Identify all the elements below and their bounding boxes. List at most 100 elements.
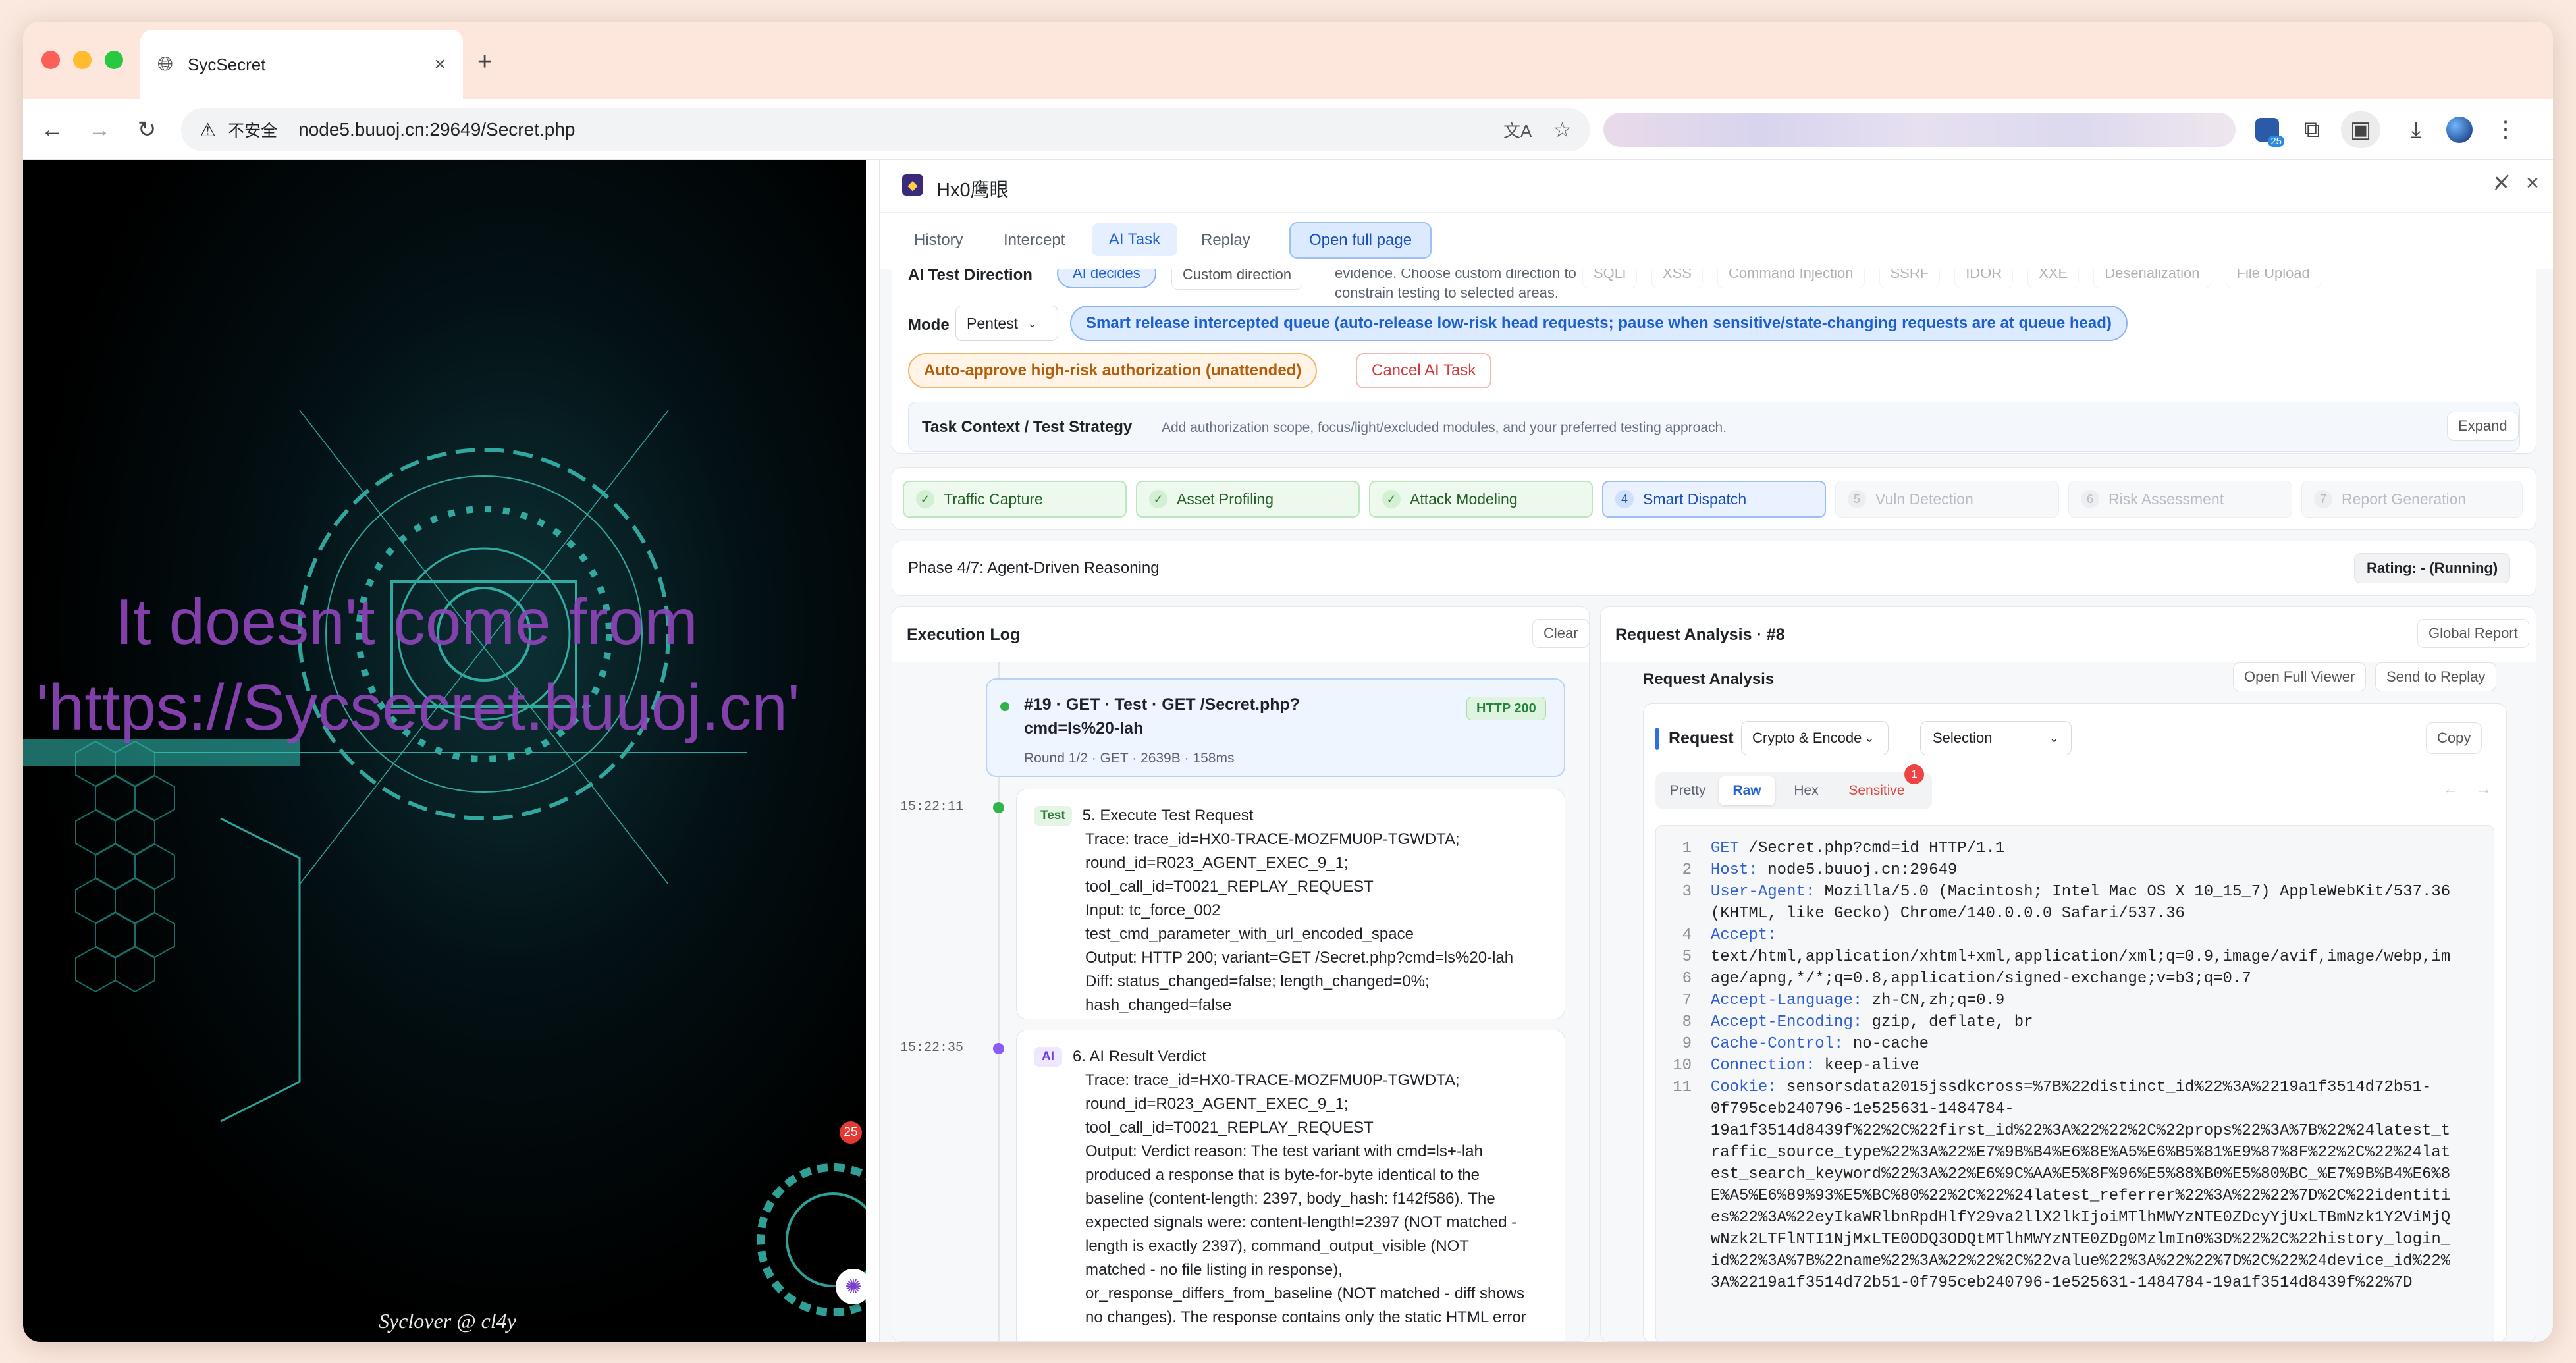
back-icon[interactable]: ← <box>36 114 68 146</box>
chip-ssrf[interactable]: SSRF <box>1879 269 1941 288</box>
step-label: Vuln Detection <box>1875 490 1973 508</box>
ai-decides-option[interactable]: AI decides <box>1057 269 1156 288</box>
code-line: 8 Accept-Encoding: gzip, deflate, br <box>1665 1011 2033 1033</box>
check-icon: ✓ <box>916 490 934 508</box>
custom-direction-option[interactable]: Custom direction <box>1171 269 1303 290</box>
chip-idor[interactable]: IDOR <box>1954 269 2014 288</box>
new-tab-button[interactable]: + <box>477 48 492 76</box>
open-full-page-button[interactable]: Open full page <box>1289 222 1432 259</box>
chevron-down-icon: ⌄ <box>2049 731 2059 745</box>
send-to-replay-button[interactable]: Send to Replay <box>2375 662 2497 691</box>
view-sensitive[interactable]: Sensitive <box>1837 776 1916 805</box>
step-label: Asset Profiling <box>1177 490 1274 508</box>
global-report-button[interactable]: Global Report <box>2417 619 2529 648</box>
smart-release-toggle[interactable]: Smart release intercepted queue (auto-re… <box>1070 306 2128 341</box>
tab-history[interactable]: History <box>914 231 963 250</box>
header-key: Accept: <box>1710 926 1777 944</box>
expand-button[interactable]: Expand <box>2447 412 2519 441</box>
close-window-button[interactable] <box>41 51 60 69</box>
ai-config-card: AI Test Direction AI decides Custom dire… <box>892 269 2536 454</box>
address-bar[interactable]: ⚠ 不安全 node5.buuoj.cn:29649/Secret.php 文A… <box>181 108 1590 151</box>
close-panel-icon[interactable]: × <box>2526 171 2539 196</box>
maximize-window-button[interactable] <box>105 51 123 69</box>
line-number: 1 <box>1682 840 1692 857</box>
raw-request-code[interactable]: 1 GET /Secret.php?cmd=id HTTP/1.1 2 Host:… <box>1655 825 2494 1341</box>
step-smart-dispatch[interactable]: 4 Smart Dispatch <box>1602 481 1826 518</box>
mode-select[interactable]: Pentest ⌄ <box>955 306 1058 341</box>
chip-sqli[interactable]: SQLi <box>1582 269 1637 288</box>
code-line: 6 age/apng,*/*;q=0.8,application/signed-… <box>1665 968 2251 990</box>
crypto-encode-value: Crypto & Encode <box>1752 730 1862 746</box>
globe-icon: 🌐︎ <box>157 53 173 75</box>
selection-select[interactable]: Selection ⌄ <box>1920 721 2072 755</box>
log-line: matched - no file listing in response), <box>1085 1261 1343 1279</box>
download-icon[interactable]: ⤓ <box>2400 114 2432 146</box>
pin-icon[interactable]: ✕̸ <box>2493 172 2509 195</box>
panel-scroll-area[interactable]: AI Test Direction AI decides Custom dire… <box>880 269 2553 1342</box>
request-analysis-panel: Request Analysis · #8 Global Report Requ… <box>1600 606 2536 1342</box>
cancel-ai-task-button[interactable]: Cancel AI Task <box>1356 353 1492 388</box>
side-panel-icon[interactable]: ▣ <box>2341 111 2380 148</box>
next-match-icon[interactable]: → <box>2476 780 2492 799</box>
step-attack-modeling[interactable]: ✓ Attack Modeling <box>1369 481 1593 518</box>
log-entry-body: Trace: trace_id=HX0-TRACE-MOZFMU0P-TGWDT… <box>1034 1069 1547 1329</box>
tab-strip: 🌐︎ SycSecret × + <box>23 22 2553 99</box>
header-value: Mozilla/5.0 (Macintosh; Intel Mac OS X 1… <box>1815 883 2451 901</box>
step-vuln-detection[interactable]: 5 Vuln Detection <box>1835 481 2059 518</box>
copy-button[interactable]: Copy <box>2426 722 2482 754</box>
auto-approve-toggle[interactable]: Auto-approve high-risk authorization (un… <box>908 353 1318 388</box>
step-traffic-capture[interactable]: ✓ Traffic Capture <box>903 481 1127 518</box>
step-report-generation[interactable]: 7 Report Generation <box>2301 481 2523 518</box>
chip-file-upload[interactable]: File Upload <box>2225 269 2321 288</box>
browser-tab[interactable]: 🌐︎ SycSecret × <box>140 30 463 99</box>
execution-log-list[interactable]: #19 · GET · Test · GET /Secret.php? cmd=… <box>892 662 1589 1341</box>
app-logo-icon: ◆ <box>902 174 923 196</box>
line-number: 5 <box>1682 948 1692 966</box>
reload-icon[interactable]: ↻ <box>131 114 163 146</box>
header-value: zh-CN,zh;q=0.9 <box>1862 992 2005 1009</box>
step-label: Traffic Capture <box>944 490 1043 508</box>
line-number: 3 <box>1682 883 1692 901</box>
request-event-card[interactable]: #19 · GET · Test · GET /Secret.php? cmd=… <box>986 678 1565 777</box>
brain-icon[interactable]: ✺ <box>836 1269 866 1304</box>
security-label[interactable]: 不安全 <box>228 118 277 142</box>
tab-intercept[interactable]: Intercept <box>1004 231 1065 250</box>
profile-avatar[interactable] <box>2444 114 2475 146</box>
open-full-viewer-button[interactable]: Open Full Viewer <box>2233 662 2367 691</box>
close-tab-icon[interactable]: × <box>434 53 446 76</box>
log-line: test_cmd_parameter_with_url_encoded_spac… <box>1085 925 1414 943</box>
chip-deserialization[interactable]: Deserialization <box>2093 269 2211 288</box>
line-number: 10 <box>1673 1057 1692 1075</box>
view-raw[interactable]: Raw <box>1719 776 1775 805</box>
puzzle-icon[interactable]: ⧉ <box>2296 114 2328 146</box>
code-line: 1 GET /Secret.php?cmd=id HTTP/1.1 <box>1665 838 2005 859</box>
step-asset-profiling[interactable]: ✓ Asset Profiling <box>1136 481 1360 518</box>
crypto-encode-select[interactable]: Crypto & Encode ⌄ <box>1741 721 1889 755</box>
more-menu-icon[interactable]: ⋮ <box>2490 114 2521 146</box>
minimize-window-button[interactable] <box>73 51 92 69</box>
request-analysis-title: Request Analysis · #8 <box>1615 626 1785 644</box>
background-artwork: It doesn't come from 'https://Sycsecret.… <box>23 160 866 1342</box>
tab-ai-task[interactable]: AI Task <box>1092 223 1177 256</box>
header-key: Cookie: <box>1710 1079 1777 1096</box>
forward-icon[interactable]: → <box>84 114 115 146</box>
view-hex[interactable]: Hex <box>1778 776 1835 805</box>
step-risk-assessment[interactable]: 6 Risk Assessment <box>2068 481 2292 518</box>
translate-icon[interactable]: 文A <box>1503 118 1532 142</box>
chip-xxe[interactable]: XXE <box>2027 269 2080 288</box>
view-pretty[interactable]: Pretty <box>1659 776 1716 805</box>
extension-icon[interactable]: 25 <box>2251 114 2284 147</box>
task-context-box[interactable]: Task Context / Test Strategy Add authori… <box>908 402 2520 452</box>
url-text[interactable]: node5.buuoj.cn:29649/Secret.php <box>298 119 1491 140</box>
log-line: no changes). The response contains only … <box>1085 1308 1526 1326</box>
prev-match-icon[interactable]: ← <box>2443 780 2459 799</box>
clear-log-button[interactable]: Clear <box>1532 619 1589 648</box>
line-number: 4 <box>1682 926 1692 944</box>
bookmark-star-icon[interactable]: ☆ <box>1553 117 1572 142</box>
chip-command-injection[interactable]: Command Injection <box>1717 269 1865 288</box>
mode-value: Pentest <box>967 314 1018 332</box>
log-time: 15:22:35 <box>900 1040 964 1056</box>
tab-replay[interactable]: Replay <box>1201 231 1250 250</box>
execution-log-header: Execution Log Clear <box>892 607 1589 662</box>
chip-xss[interactable]: XSS <box>1651 269 1703 288</box>
